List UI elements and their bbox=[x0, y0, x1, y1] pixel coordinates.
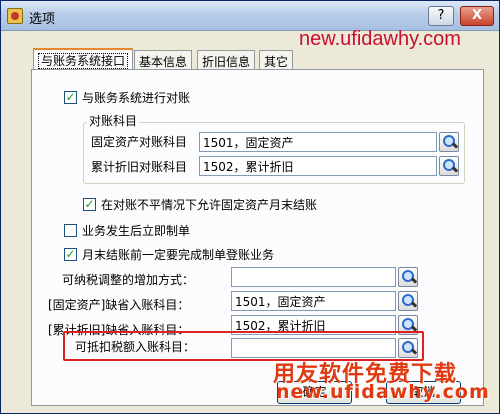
group-legend: 对账科目 bbox=[87, 112, 140, 129]
tab-ledger-interface[interactable]: 与账务系统接口 bbox=[33, 48, 134, 71]
depreciation-account-lookup-icon[interactable] bbox=[439, 156, 459, 176]
title-bar[interactable]: 选项 ? X bbox=[1, 1, 499, 31]
tab-depreciation-info[interactable]: 折旧信息 bbox=[197, 50, 256, 70]
watermark-url-bottom: new.ufidawhy.com bbox=[276, 381, 490, 403]
watermark-url-top: new.ufidawhy.com bbox=[299, 28, 461, 50]
month-end-label: 月末结账前一定要完成制单登账业务 bbox=[82, 248, 275, 262]
asset-account-label: 固定资产对账科目 bbox=[91, 135, 188, 149]
asset-account-lookup-icon[interactable] bbox=[439, 132, 459, 152]
reconcile-checkbox[interactable]: ✓ bbox=[64, 91, 77, 104]
window-title: 选项 bbox=[29, 12, 56, 27]
depreciation-account-label: 累计折旧对账科目 bbox=[91, 160, 188, 174]
asset-default-account-label: [固定资产]缺省入账科目： bbox=[48, 298, 190, 312]
tax-adjust-method-lookup-icon[interactable] bbox=[398, 267, 418, 287]
asset-account-field[interactable]: 1501，固定资产 bbox=[199, 132, 437, 152]
allow-close-checkbox[interactable]: ✓ bbox=[83, 198, 96, 211]
options-dialog: 选项 ? X new.ufidawhy.com 与账务系统接口 基本信息 折旧信… bbox=[0, 0, 500, 414]
tax-adjust-method-field[interactable] bbox=[231, 267, 396, 287]
tab-basic-info[interactable]: 基本信息 bbox=[134, 50, 193, 70]
tab-label: 与账务系统接口 bbox=[38, 53, 129, 69]
asset-default-account-lookup-icon[interactable] bbox=[398, 291, 418, 311]
month-end-checkbox[interactable]: ✓ bbox=[64, 248, 77, 261]
app-icon bbox=[7, 8, 23, 24]
post-entry-label: 业务发生后立即制单 bbox=[82, 224, 191, 238]
asset-default-account-field[interactable]: 1501，固定资产 bbox=[231, 291, 396, 311]
help-button[interactable]: ? bbox=[428, 6, 454, 26]
depreciation-account-field[interactable]: 1502，累计折旧 bbox=[199, 156, 437, 176]
tab-other[interactable]: 其它 bbox=[259, 50, 294, 70]
reconcile-label: 与账务系统进行对账 bbox=[82, 91, 191, 105]
close-button[interactable]: X bbox=[460, 6, 494, 26]
allow-close-label: 在对账不平情况下允许固定资产月末结账 bbox=[101, 198, 318, 212]
post-entry-checkbox[interactable] bbox=[64, 224, 77, 237]
tax-adjust-method-label: 可纳税调整的增加方式： bbox=[62, 273, 195, 287]
